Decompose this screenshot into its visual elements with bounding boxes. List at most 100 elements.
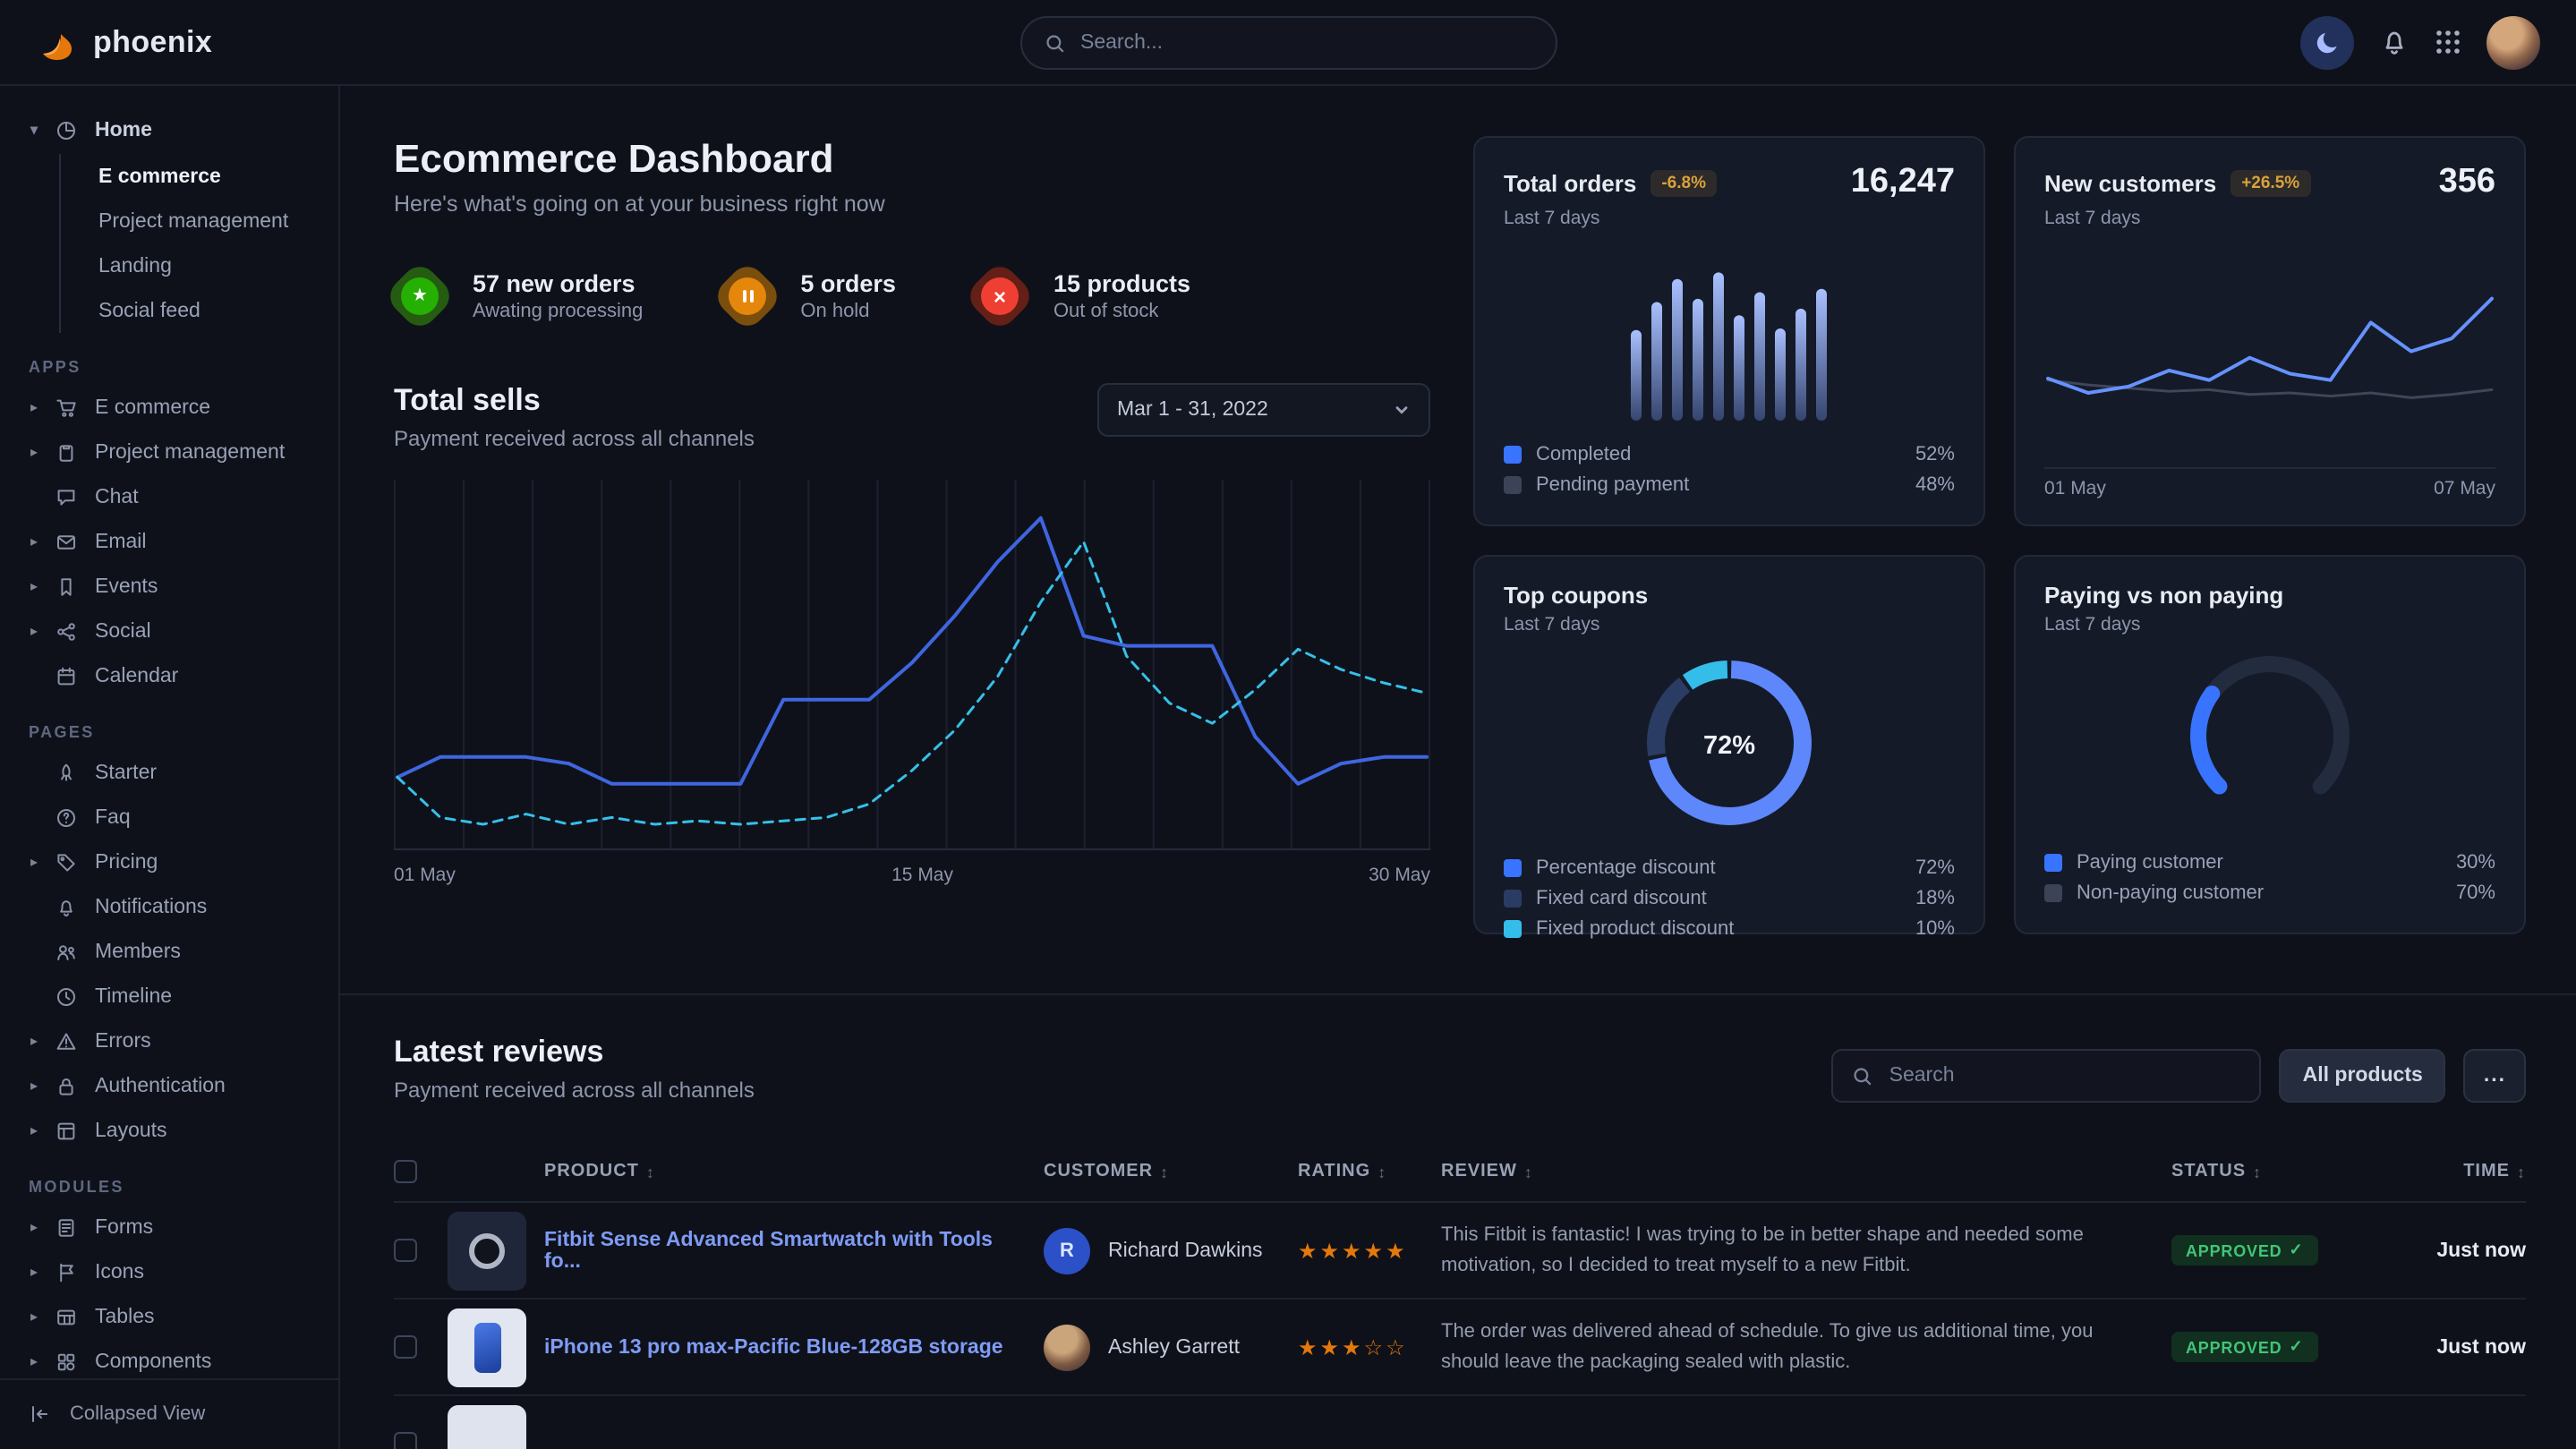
total-sells-chart-area: 01 May 15 May 30 May: [394, 480, 1430, 893]
sidebar-item-calendar[interactable]: Calendar: [25, 653, 317, 698]
sidebar-item-events[interactable]: ▸Events: [25, 564, 317, 609]
column-header-status[interactable]: STATUS↕: [2171, 1162, 2386, 1181]
sidebar-item-faq[interactable]: Faq: [25, 795, 317, 840]
main-content: Ecommerce Dashboard Here's what's going …: [340, 86, 2576, 1449]
row-checkbox[interactable]: [394, 1432, 417, 1449]
stat-text: 5 ordersOn hold: [800, 270, 896, 322]
page-subtitle: Here's what's going on at your business …: [394, 192, 1430, 217]
reviews-search-input[interactable]: [1889, 1065, 2242, 1087]
chevron-right-icon: ▸: [25, 1353, 43, 1369]
card-period: Last 7 days: [2044, 208, 2495, 229]
review-time: Just now: [2386, 1240, 2526, 1261]
theme-toggle-button[interactable]: [2300, 15, 2354, 69]
customer-name: Richard Dawkins: [1108, 1240, 1263, 1261]
chevron-right-icon: ▸: [25, 854, 43, 870]
reviews-table-header: PRODUCT↕CUSTOMER↕RATING↕REVIEW↕STATUS↕TI…: [394, 1142, 2526, 1203]
navbar-actions: [2300, 15, 2540, 69]
stat-caption: Awating processing: [473, 301, 643, 322]
global-search[interactable]: [1019, 16, 1557, 70]
rating-cell: ★★★★★: [1298, 1238, 1441, 1263]
x-tick: 30 May: [1369, 865, 1430, 886]
review-cell: This Fitbit is fantastic! I was trying t…: [1441, 1206, 2171, 1294]
user-avatar[interactable]: [2486, 15, 2540, 69]
sidebar-item-forms[interactable]: ▸Forms: [25, 1205, 317, 1249]
sidebar-item-email[interactable]: ▸Email: [25, 519, 317, 564]
chevron-right-icon: ▸: [25, 1033, 43, 1049]
sidebar-item-notifications[interactable]: Notifications: [25, 884, 317, 929]
form-icon: [55, 1215, 82, 1239]
notifications-button[interactable]: [2379, 27, 2410, 57]
phone-body: [473, 1322, 500, 1372]
sidebar-item-authentication[interactable]: ▸Authentication: [25, 1063, 317, 1108]
select-all-checkbox[interactable]: [394, 1160, 417, 1183]
row-checkbox[interactable]: [394, 1335, 417, 1359]
sidebar-item-timeline[interactable]: Timeline: [25, 974, 317, 1019]
sidebar-subitem-landing[interactable]: Landing: [98, 243, 317, 288]
product-link[interactable]: iPhone 13 pro max-Pacific Blue-128GB sto…: [544, 1336, 1044, 1358]
legend-swatch: [1504, 475, 1522, 493]
sort-icon: ↕: [1524, 1163, 1533, 1181]
column-header-review[interactable]: REVIEW↕: [1441, 1162, 2171, 1181]
sidebar-item-e-commerce[interactable]: ▸E commerce: [25, 385, 317, 430]
sidebar-subitem-social-feed[interactable]: Social feed: [98, 288, 317, 333]
new-customers-line-chart: [2044, 279, 2495, 458]
cart-icon: [55, 396, 82, 419]
paying-card: Paying vs non paying Last 7 days Paying …: [2014, 555, 2526, 934]
collapsed-view-toggle[interactable]: Collapsed View: [0, 1377, 338, 1449]
sidebar-item-label: Chat: [95, 486, 139, 507]
reviews-controls: All products ...: [1832, 1049, 2526, 1103]
column-header-product[interactable]: PRODUCT↕: [544, 1162, 1044, 1181]
sidebar-item-social[interactable]: ▸Social: [25, 609, 317, 653]
reviews-search[interactable]: [1832, 1049, 2262, 1103]
apps-grid-button[interactable]: [2435, 29, 2461, 55]
thumb-cell: [448, 1404, 544, 1449]
date-range-select[interactable]: Mar 1 - 31, 2022: [1097, 383, 1430, 437]
sidebar-item-layouts[interactable]: ▸Layouts: [25, 1108, 317, 1153]
sidebar-home-sublist: E commerceProject managementLandingSocia…: [59, 154, 317, 333]
sidebar-subitem-e-commerce[interactable]: E commerce: [98, 154, 317, 199]
chevron-right-icon: ▸: [25, 1264, 43, 1280]
sidebar-item-project-management[interactable]: ▸Project management: [25, 430, 317, 474]
rating-stars: ★★★☆☆: [1298, 1334, 1408, 1360]
legend-value: 48%: [1915, 473, 1955, 495]
check-icon: ✓: [2289, 1337, 2303, 1357]
brand[interactable]: phoenix: [36, 21, 212, 64]
sidebar-subitem-project-management[interactable]: Project management: [98, 199, 317, 243]
gauge-chart: [2154, 643, 2386, 818]
legend-swatch: [2044, 883, 2062, 901]
dashboard-top-section: Ecommerce Dashboard Here's what's going …: [340, 86, 2576, 995]
sidebar-item-pricing[interactable]: ▸Pricing: [25, 840, 317, 884]
total-sells-header: Total sells Payment received across all …: [394, 383, 1430, 451]
sidebar-item-chat[interactable]: Chat: [25, 474, 317, 519]
bell-icon: [2379, 27, 2410, 57]
column-header-rating[interactable]: RATING↕: [1298, 1162, 1441, 1181]
total-orders-legend: Completed52%Pending payment48%: [1504, 439, 1955, 499]
sidebar-item-errors[interactable]: ▸Errors: [25, 1019, 317, 1063]
row-checkbox-cell: [394, 1432, 448, 1449]
customer-cell: Ashley Garrett: [1044, 1324, 1298, 1370]
date-range-value: Mar 1 - 31, 2022: [1117, 399, 1268, 421]
x-tick: 07 May: [2434, 478, 2495, 499]
product-link[interactable]: Fitbit Sense Advanced Smartwatch with To…: [544, 1229, 1044, 1272]
sidebar-item-icons[interactable]: ▸ Icons: [25, 1249, 317, 1294]
sidebar-item-label: Components: [95, 1351, 211, 1372]
chevron-right-icon: ▸: [25, 1219, 43, 1235]
users-icon: [55, 940, 82, 963]
reviews-table-body: Fitbit Sense Advanced Smartwatch with To…: [394, 1203, 2526, 1449]
status-badge: APPROVED✓: [2171, 1235, 2317, 1266]
row-checkbox[interactable]: [394, 1239, 417, 1262]
sort-icon: ↕: [646, 1163, 655, 1181]
sidebar-item-label: Social: [95, 620, 151, 642]
sidebar-item-starter[interactable]: Starter: [25, 750, 317, 795]
sidebar-item-label: Icons: [95, 1261, 144, 1283]
sidebar-item-home[interactable]: ▾Home: [25, 107, 317, 152]
more-options-button[interactable]: ...: [2464, 1049, 2526, 1103]
column-header-time[interactable]: TIME↕: [2386, 1162, 2526, 1181]
sidebar-item-tables[interactable]: ▸Tables: [25, 1294, 317, 1339]
card-title: Top coupons: [1504, 582, 1648, 609]
global-search-input[interactable]: [1080, 32, 1533, 54]
card-title: Paying vs non paying: [2044, 582, 2283, 609]
column-header-customer[interactable]: CUSTOMER↕: [1044, 1162, 1298, 1181]
all-products-button[interactable]: All products: [2280, 1049, 2446, 1103]
sidebar-item-members[interactable]: Members: [25, 929, 317, 974]
